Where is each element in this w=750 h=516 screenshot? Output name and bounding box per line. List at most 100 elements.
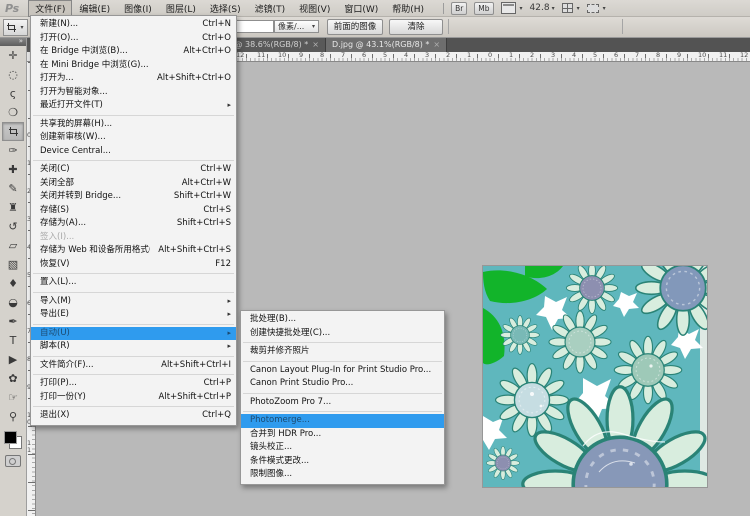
zoom-level-control[interactable]: 42.8 ▾ [530, 3, 555, 13]
mini-bridge-button[interactable]: Mb [474, 2, 493, 15]
menu-item[interactable]: 打印一份(Y)Alt+Shift+Ctrl+P [31, 391, 236, 405]
bridge-button[interactable]: Br [451, 2, 467, 15]
menu-separator [33, 273, 234, 274]
crop-tool-preset[interactable]: ▾ [3, 19, 28, 36]
menu-item[interactable]: 在 Bridge 中浏览(B)...Alt+Ctrl+O [31, 45, 236, 59]
menu-item[interactable]: 关闭并转到 Bridge...Shift+Ctrl+W [31, 190, 236, 204]
menu-item[interactable]: 限制图像... [241, 468, 444, 482]
menu-item[interactable]: 存储(S)Ctrl+S [31, 204, 236, 218]
menu-item[interactable]: Canon Print Studio Pro... [241, 377, 444, 391]
menu-item-shortcut: Shift+Ctrl+S [177, 217, 231, 231]
brush-tool[interactable]: ✎ [2, 179, 24, 198]
menu-item-label: 导出(E) [40, 308, 223, 322]
menu-item[interactable]: 自动(U)▸ [31, 327, 236, 341]
submenu-arrow-icon: ▸ [227, 99, 231, 113]
menu-item[interactable]: 创建新审核(W)... [31, 131, 236, 145]
quick-selection-tool[interactable]: ❍ [2, 103, 24, 122]
menu-item[interactable]: 批处理(B)... [241, 313, 444, 327]
tab-close-icon[interactable]: × [312, 40, 319, 49]
gradient-tool[interactable]: ▧ [2, 255, 24, 274]
menu-item-shortcut: Ctrl+S [203, 204, 231, 218]
menu-item-label: Canon Layout Plug-In for Print Studio Pr… [250, 364, 439, 378]
menu-item[interactable]: 裁剪并修齐照片 [241, 345, 444, 359]
shape-tool[interactable]: ✿ [2, 369, 24, 388]
hand-tool[interactable]: ☞ [2, 388, 24, 407]
menu-item[interactable]: Device Central... [31, 145, 236, 159]
menu-item-label: 恢复(V) [40, 258, 207, 272]
document-tab[interactable]: D.jpg @ 43.1%(RGB/8) *× [326, 37, 447, 52]
tab-close-icon[interactable]: × [433, 40, 440, 49]
move-tool[interactable]: ✛ [2, 46, 24, 65]
clone-stamp-tool[interactable]: ♜ [2, 198, 24, 217]
zoom-tool[interactable]: ⚲ [2, 407, 24, 426]
menu-item[interactable]: 在 Mini Bridge 中浏览(G)... [31, 59, 236, 73]
menu-item[interactable]: PhotoZoom Pro 7... [241, 396, 444, 410]
menu-item[interactable]: 打开为...Alt+Shift+Ctrl+O [31, 72, 236, 86]
menubar-item[interactable]: 窗口(W) [337, 0, 385, 17]
menubar-item[interactable]: 滤镜(T) [248, 0, 293, 17]
foreground-color-swatch[interactable] [4, 431, 17, 444]
submenu-arrow-icon: ▸ [227, 308, 231, 322]
chevron-down-icon: ▾ [552, 5, 555, 12]
document-image[interactable] [483, 266, 707, 487]
eyedropper-tool[interactable]: ✑ [2, 141, 24, 160]
menu-item[interactable]: Photomerge... [241, 414, 444, 428]
dodge-tool[interactable]: ◒ [2, 293, 24, 312]
menubar-item[interactable]: 帮助(H) [385, 0, 431, 17]
menu-item[interactable]: 文件简介(F)...Alt+Shift+Ctrl+I [31, 359, 236, 373]
chevron-down-icon: ▾ [520, 5, 523, 12]
menu-separator [243, 342, 442, 343]
front-image-button[interactable]: 前面的图像 [327, 19, 383, 35]
chevron-down-icon: ▾ [20, 24, 23, 31]
menu-item[interactable]: 合并到 HDR Pro... [241, 428, 444, 442]
resolution-unit-dropdown[interactable]: 像素/... ▾ [274, 20, 319, 33]
menu-item-label: 创建新审核(W)... [40, 131, 231, 145]
menu-item[interactable]: 创建快捷批处理(C)... [241, 327, 444, 341]
color-swatches[interactable] [4, 431, 22, 449]
menu-item[interactable]: 导入(M)▸ [31, 295, 236, 309]
menubar-item[interactable]: 视图(V) [292, 0, 337, 17]
menu-item[interactable]: 打开(O)...Ctrl+O [31, 32, 236, 46]
menu-item[interactable]: 新建(N)...Ctrl+N [31, 18, 236, 32]
menu-item[interactable]: 打开为智能对象... [31, 86, 236, 100]
view-extras-button[interactable]: ▾ [501, 2, 523, 14]
healing-brush-tool[interactable]: ✚ [2, 160, 24, 179]
collapse-panel-button[interactable]: » [0, 37, 26, 46]
ruler-number: 4 [572, 52, 576, 59]
menu-item-label: 创建快捷批处理(C)... [250, 327, 439, 341]
menu-item-label: 打开(O)... [40, 32, 194, 46]
menu-item[interactable]: 置入(L)... [31, 276, 236, 290]
menu-item[interactable]: 条件模式更改... [241, 455, 444, 469]
type-tool[interactable]: T [2, 331, 24, 350]
menu-item-shortcut: Alt+Shift+Ctrl+S [158, 244, 231, 258]
menu-item[interactable]: 镜头校正... [241, 441, 444, 455]
blur-tool[interactable]: ♦ [2, 274, 24, 293]
menu-item-shortcut: Alt+Ctrl+W [182, 177, 231, 191]
menu-item[interactable]: 存储为(A)...Shift+Ctrl+S [31, 217, 236, 231]
menu-item[interactable]: 导出(E) ▸ [31, 308, 236, 322]
menu-item-label: 置入(L)... [40, 276, 231, 290]
history-brush-tool[interactable]: ↺ [2, 217, 24, 236]
eraser-tool[interactable]: ▱ [2, 236, 24, 255]
menu-item[interactable]: 打印(P)...Ctrl+P [31, 377, 236, 391]
menu-item[interactable]: Canon Layout Plug-In for Print Studio Pr… [241, 364, 444, 378]
crop-tool[interactable] [2, 122, 24, 141]
menu-item[interactable]: 存储为 Web 和设备所用格式(D)...Alt+Shift+Ctrl+S [31, 244, 236, 258]
lasso-tool[interactable]: ς [2, 84, 24, 103]
menu-item-label: Photomerge... [250, 414, 439, 428]
clear-button[interactable]: 清除 [389, 19, 443, 35]
arrange-documents-button[interactable]: ▾ [562, 3, 580, 13]
marquee-tool[interactable]: ◌ [2, 65, 24, 84]
menu-item[interactable]: 退出(X)Ctrl+Q [31, 409, 236, 423]
screen-mode-button[interactable]: ▾ [587, 4, 606, 13]
menu-item[interactable]: 最近打开文件(T)▸ [31, 99, 236, 113]
pen-tool[interactable]: ✒ [2, 312, 24, 331]
menu-item[interactable]: 脚本(R)▸ [31, 340, 236, 354]
quick-mask-button[interactable] [5, 455, 21, 467]
menu-item[interactable]: 恢复(V)F12 [31, 258, 236, 272]
path-selection-tool[interactable]: ▶ [2, 350, 24, 369]
ruler-number: 1 [509, 52, 513, 59]
menu-item[interactable]: 关闭(C)Ctrl+W [31, 163, 236, 177]
menu-item[interactable]: 关闭全部Alt+Ctrl+W [31, 177, 236, 191]
menu-item[interactable]: 共享我的屏幕(H)... [31, 118, 236, 132]
